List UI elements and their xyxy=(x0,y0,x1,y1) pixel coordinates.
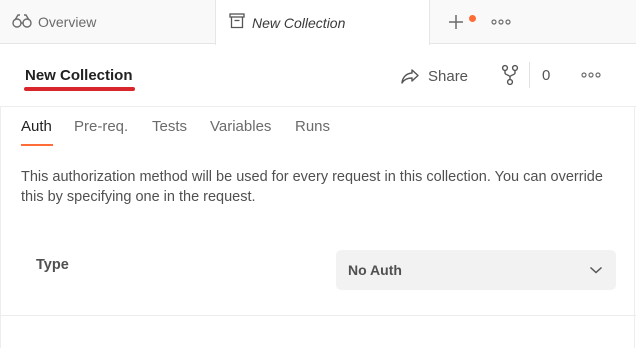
new-tab-button[interactable] xyxy=(444,10,468,34)
collection-icon xyxy=(228,12,246,33)
subtab-auth[interactable]: Auth xyxy=(21,118,52,135)
subtab-variables[interactable]: Variables xyxy=(210,118,271,135)
fork-count: 0 xyxy=(542,67,551,84)
header-divider xyxy=(529,62,530,88)
active-subtab-indicator xyxy=(21,144,53,146)
auth-type-label: Type xyxy=(36,257,69,273)
plus-icon xyxy=(449,15,463,29)
tab-overview[interactable]: Overview xyxy=(12,0,212,44)
more-horizontal-icon xyxy=(491,19,511,25)
tab-overview-label: Overview xyxy=(38,14,97,30)
auth-type-select[interactable]: No Auth xyxy=(336,250,616,290)
notification-dot xyxy=(469,15,476,22)
collection-editor: Overview New Collection New Collection S… xyxy=(0,0,636,348)
fork-button[interactable] xyxy=(500,63,520,87)
tab-bar: Overview New Collection xyxy=(0,0,636,45)
subtab-pre-request[interactable]: Pre-req. xyxy=(74,118,128,135)
collection-title[interactable]: New Collection xyxy=(25,67,133,84)
overview-icon xyxy=(12,13,32,32)
more-horizontal-icon xyxy=(581,72,601,78)
tab-new-collection[interactable]: New Collection xyxy=(215,0,430,45)
subtab-tests[interactable]: Tests xyxy=(152,118,187,135)
auth-type-value: No Auth xyxy=(348,262,402,278)
subtab-runs[interactable]: Runs xyxy=(295,118,330,135)
share-icon xyxy=(401,69,419,84)
chevron-down-icon xyxy=(589,266,603,274)
title-underline xyxy=(24,87,135,91)
fork-icon xyxy=(501,64,519,86)
collection-options-button[interactable] xyxy=(578,65,604,85)
share-button[interactable]: Share xyxy=(400,63,468,89)
auth-description: This authorization method will be used f… xyxy=(21,169,603,205)
collection-header: New Collection Share xyxy=(0,45,636,107)
tab-options-button[interactable] xyxy=(488,10,514,34)
auth-type-row: Type No Auth xyxy=(0,230,636,316)
tab-new-collection-label: New Collection xyxy=(252,14,346,31)
share-label: Share xyxy=(428,67,469,85)
